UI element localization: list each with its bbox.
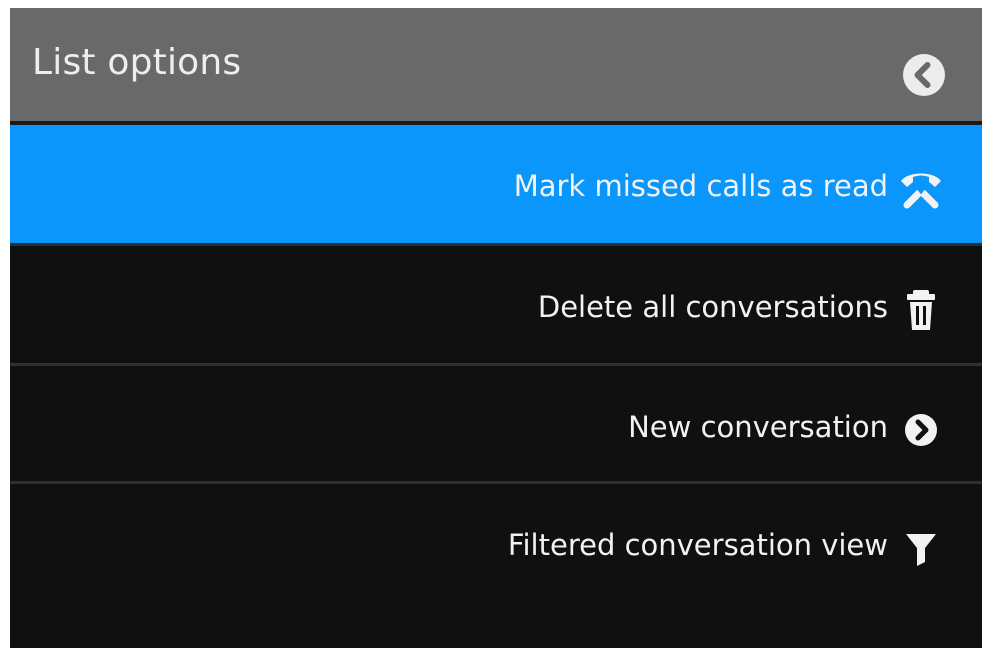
menu-item-filtered-conversation-view[interactable]: Filtered conversation view xyxy=(10,484,982,602)
menu-item-delete-all-conversations[interactable]: Delete all conversations xyxy=(10,246,982,364)
menu-item-mark-missed-calls-read[interactable]: Mark missed calls as read xyxy=(10,125,982,243)
menu-item-label: Delete all conversations xyxy=(537,290,888,324)
list-options-panel: List options Mark missed calls as read D… xyxy=(10,8,982,648)
panel-header: List options xyxy=(10,8,982,125)
phone-hangup-icon xyxy=(898,167,944,211)
back-button[interactable] xyxy=(902,53,946,97)
chevron-left-circle-icon xyxy=(903,54,945,96)
menu-item-label: New conversation xyxy=(628,410,888,444)
menu-item-label: Filtered conversation view xyxy=(507,528,888,562)
panel-title: List options xyxy=(32,42,242,83)
filter-icon xyxy=(898,526,944,570)
menu-item-label: Mark missed calls as read xyxy=(513,169,888,203)
trash-icon xyxy=(898,288,944,332)
menu-item-new-conversation[interactable]: New conversation xyxy=(10,366,982,484)
chevron-right-circle-icon xyxy=(898,408,944,452)
